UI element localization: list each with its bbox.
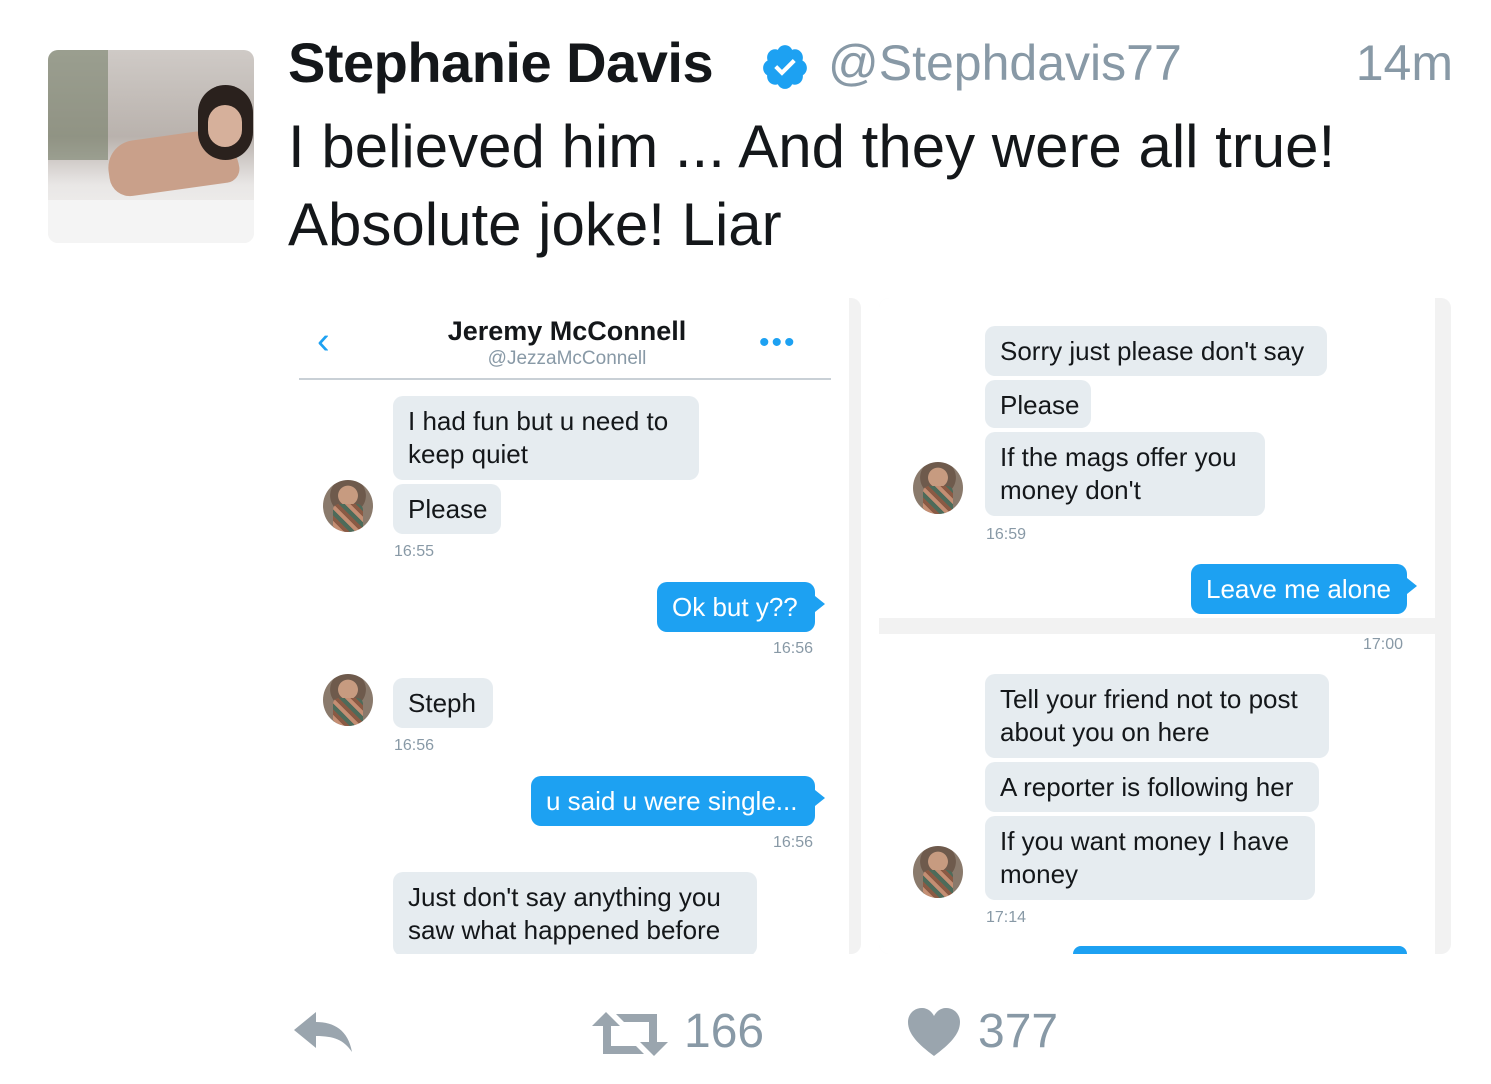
message-timestamp: 17:00 [1363,636,1404,653]
message-line: money [1000,859,1079,889]
dm-message-outgoing-partial [1073,946,1407,954]
message-line: Just don't say anything you [408,882,721,912]
dm-message-outgoing: Leave me alone [1191,564,1417,614]
avatar-background [48,50,108,160]
dm-message-incoming: Tell your friend not to post about you o… [985,674,1329,758]
message-timestamp: 16:55 [394,543,435,560]
retweet-count: 166 [684,1005,765,1058]
avatar-bed [48,200,254,243]
reply-icon[interactable] [290,1008,354,1056]
author-avatar[interactable] [48,50,254,243]
author-name[interactable]: Stephanie Davis [288,30,714,95]
dm-message-incoming: If the mags offer you money don't [985,432,1265,516]
message-line: keep quiet [408,439,528,469]
dm-panel-top: Sorry just please don't say Please If th… [879,298,1435,618]
dm-header-divider [299,378,831,380]
dm-message-incoming: A reporter is following her [985,762,1319,812]
message-timestamp: 16:56 [773,834,814,851]
message-line: If the mags offer you [1000,442,1237,472]
media-image-right[interactable]: Sorry just please don't say Please If th… [879,298,1451,954]
dm-message-outgoing: Ok but y?? [657,582,825,632]
message-line: about you on here [1000,717,1210,747]
avatar-face [208,105,242,147]
dm-message-incoming: Steph [393,678,493,728]
tweet-header: Stephanie Davis @Stephdavis77 14m [288,30,1453,100]
contact-avatar [323,674,373,726]
dm-message-incoming: Please [985,380,1091,428]
dm-message-incoming: Just don't say anything you saw what hap… [393,872,757,954]
retweet-icon[interactable] [590,1008,670,1060]
message-line: Tell your friend not to post [1000,684,1298,714]
dm-message-outgoing: u said u were single... [531,776,825,826]
message-line: If you want money I have [1000,826,1290,856]
contact-avatar [913,846,963,898]
dm-message-incoming: Sorry just please don't say [985,326,1327,376]
dm-message-incoming: Please [393,484,501,534]
dm-message-incoming: If you want money I have money [985,816,1315,900]
tweet-text-line-1: I believed him ... And they were all tru… [288,113,1336,180]
author-handle[interactable]: @Stephdavis77 [828,34,1182,92]
message-timestamp: 16:56 [773,640,814,657]
dm-message-incoming: I had fun but u need to keep quiet [393,396,699,480]
message-timestamp: 17:14 [986,909,1027,926]
dm-panel-bottom: 17:00 Tell your friend not to post about… [879,634,1435,954]
tweet-text: I believed him ... And they were all tru… [288,108,1448,264]
tweet-actions: 166 377 [0,990,1491,1080]
contact-avatar [913,462,963,514]
media-image-left[interactable]: ‹ Jeremy McConnell @JezzaMcConnell ••• I… [287,298,861,954]
dm-header: ‹ Jeremy McConnell @JezzaMcConnell ••• [287,298,847,378]
message-timestamp: 16:56 [394,737,435,754]
contact-avatar [323,480,373,532]
verified-badge-icon [763,45,807,89]
message-line: money don't [1000,475,1141,505]
like-count: 377 [978,1005,1059,1058]
tweet-timestamp[interactable]: 14m [1356,34,1453,92]
more-dots-icon: ••• [759,326,797,359]
heart-icon[interactable] [906,1006,962,1058]
tweet-text-line-2: Absolute joke! Liar [288,191,782,258]
message-line: I had fun but u need to [408,406,669,436]
message-line: saw what happened before [408,915,721,945]
message-timestamp: 16:59 [986,526,1027,543]
